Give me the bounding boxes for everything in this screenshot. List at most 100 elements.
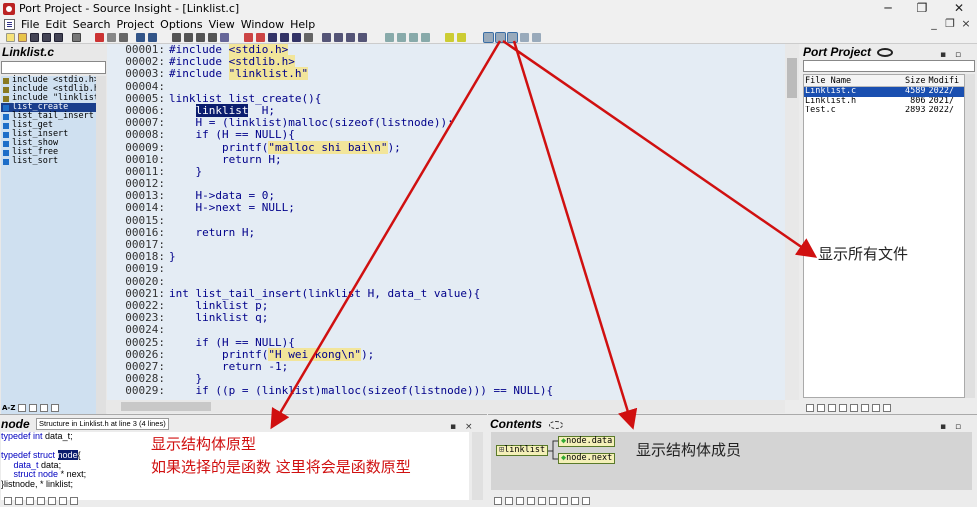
code-line[interactable]: 00003: #include "linklist.h" [107,67,785,81]
editor-scroll-thumb[interactable] [787,58,797,98]
file-row[interactable]: Linklist.h 806 2021/ [804,97,964,107]
browse-icon[interactable] [322,33,331,42]
menu-file[interactable]: File [18,18,42,32]
relation-options-icon[interactable] [582,497,590,505]
lookup-references-icon[interactable] [220,33,229,42]
cut-icon[interactable] [95,33,104,42]
relation-view-icon[interactable] [516,497,524,505]
clip-window-icon[interactable] [532,33,541,42]
call-graph-icon[interactable] [358,33,367,42]
open-file-icon[interactable] [18,33,27,42]
project-view-icon[interactable] [806,404,814,412]
context-window-icon[interactable] [495,32,506,43]
editor-horizontal-scrollbar[interactable] [107,400,785,413]
relation-tree-icon[interactable] [560,497,568,505]
file-row[interactable]: Test.c 2893 2022/ [804,106,964,116]
project-window-icon[interactable] [507,32,518,43]
context-find-icon[interactable] [48,497,56,505]
relation-lock-icon[interactable] [538,497,546,505]
code-line[interactable]: 00017: [107,238,785,251]
code-line[interactable]: 00018:} [107,250,785,263]
symbol-window-icon[interactable] [520,33,529,42]
editor-vertical-scrollbar[interactable] [785,44,799,400]
menu-window[interactable]: Window [238,18,287,32]
symbol-info-icon[interactable] [334,33,343,42]
col-file-name[interactable]: File Name [804,75,891,86]
code-line[interactable]: 00023: linklist q; [107,311,785,324]
sync-icon[interactable] [445,33,454,42]
project-symbols-icon[interactable] [346,33,355,42]
paste-icon[interactable] [119,33,128,42]
relation-back-icon[interactable] [494,497,502,505]
project-file-list[interactable]: File Name Size Modifi Linklist.c 4589 2022… [803,74,965,398]
jump-location-icon[interactable] [304,33,313,42]
find-next-icon[interactable] [184,33,193,42]
project-filter-input[interactable] [803,60,975,72]
jump-icon[interactable] [292,33,301,42]
relation-graph-icon[interactable] [571,497,579,505]
go-forward-icon[interactable] [280,33,289,42]
layout-4-icon[interactable] [421,33,430,42]
symbol-list-scrollbar[interactable] [96,76,106,431]
symbol-list[interactable]: include <stdio.h> include <stdlib.h> inclu… [1,76,104,431]
context-window-pin-close[interactable]: ▪ × [450,422,476,432]
file-list-scrollbar[interactable] [965,74,975,398]
code-line[interactable]: 00011: } [107,165,785,178]
options-icon[interactable] [51,404,60,412]
file-options-icon[interactable] [872,404,880,412]
toggle-bookmark-icon[interactable] [256,33,265,42]
relation-grid-icon[interactable] [527,497,535,505]
new-file-icon[interactable] [6,33,15,42]
code-line[interactable]: 00027: return -1; [107,360,785,373]
menu-view[interactable]: View [206,18,238,32]
menu-help[interactable]: Help [287,18,318,32]
menu-search[interactable]: Search [70,18,114,32]
relation-window-icon[interactable] [483,32,494,43]
save-icon[interactable] [30,33,39,42]
find-icon[interactable] [172,33,181,42]
relation-child-node[interactable]: ◆node.next [558,453,616,464]
context-scrollbar[interactable] [472,432,483,500]
symbol-item[interactable]: list_sort [1,157,96,166]
list-icon[interactable] [29,404,38,412]
layout-3-icon[interactable] [409,33,418,42]
restore-button[interactable]: ❐ [907,0,937,17]
go-back-icon[interactable] [268,33,277,42]
bookmark-icon[interactable] [244,33,253,42]
code-line[interactable]: 00019: [107,263,785,275]
symbols-icon[interactable] [828,404,836,412]
window-options-icon[interactable] [883,404,891,412]
context-lock-icon[interactable] [59,497,67,505]
minimize-button[interactable]: ─ [873,0,903,17]
sort-files-icon[interactable] [850,404,858,412]
relation-root-node[interactable]: ⊞linklist [496,445,549,456]
col-size[interactable]: Size [891,75,929,86]
copy-icon[interactable] [107,33,116,42]
layout-1-icon[interactable] [385,33,394,42]
mdi-restore-button[interactable]: ❐ [942,17,958,32]
grid-view-icon[interactable] [839,404,847,412]
redo-icon[interactable] [148,33,157,42]
relation-forward-icon[interactable] [505,497,513,505]
close-button[interactable]: ✕ [944,0,974,17]
mdi-close-button[interactable]: × [958,17,974,32]
grid-icon[interactable] [40,404,49,412]
undo-icon[interactable] [136,33,145,42]
save-all-icon[interactable] [42,33,51,42]
help-icon[interactable] [457,33,466,42]
code-line[interactable]: 00014: H->next = NULL; [107,202,785,214]
code-editor[interactable]: 00001: #include <stdio.h> 00002: #include <… [107,44,785,400]
source-insight-app-icon[interactable] [3,2,15,15]
replace-icon[interactable] [196,33,205,42]
folder-icon[interactable] [861,404,869,412]
relation-child-node[interactable]: ◆node.data [558,436,616,447]
sort-icon[interactable] [18,404,27,412]
menu-project[interactable]: Project [114,18,158,32]
document-icon[interactable] [4,19,15,30]
menu-edit[interactable]: Edit [42,18,69,32]
layout-2-icon[interactable] [397,33,406,42]
col-modified[interactable]: Modifi [928,75,964,86]
file-list-icon[interactable] [817,404,825,412]
search-files-icon[interactable] [208,33,217,42]
file-row[interactable]: Linklist.c 4589 2022/ [804,87,964,97]
